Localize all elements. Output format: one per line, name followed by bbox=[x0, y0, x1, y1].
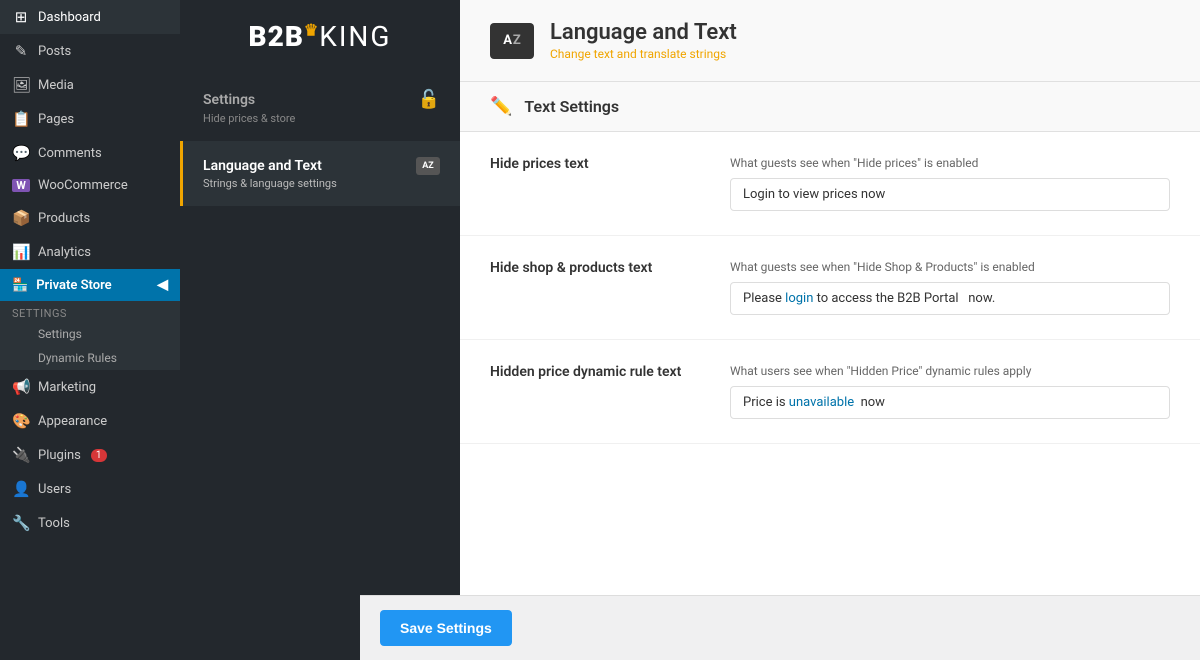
sidebar-item-dashboard[interactable]: ⊞ Dashboard bbox=[0, 0, 180, 34]
plugin-nav-settings[interactable]: Settings 🔓 Hide prices & store bbox=[180, 73, 460, 141]
appearance-icon: 🎨 bbox=[12, 412, 30, 430]
sidebar-item-analytics[interactable]: 📊 Analytics bbox=[0, 235, 180, 269]
collapse-icon: ◀ bbox=[157, 277, 168, 293]
hide-prices-label: Hide prices text bbox=[490, 156, 710, 211]
hide-shop-content: What guests see when "Hide Shop & Produc… bbox=[730, 260, 1170, 315]
hidden-price-label: Hidden price dynamic rule text bbox=[490, 364, 710, 419]
submenu-dynamic-rules[interactable]: Dynamic Rules bbox=[0, 346, 180, 370]
section-header: ✏️ Text Settings bbox=[460, 82, 1200, 132]
sidebar-item-users[interactable]: 👤 Users bbox=[0, 472, 180, 506]
tools-icon: 🔧 bbox=[12, 514, 30, 532]
header-icon-text: A bbox=[503, 33, 512, 48]
media-icon: 🖼 bbox=[12, 76, 30, 94]
main-area: B2B♛KING Settings 🔓 Hide prices & store … bbox=[180, 0, 1200, 660]
header-text: Language and Text Change text and transl… bbox=[550, 20, 737, 61]
hide-shop-row: Hide shop & products text What guests se… bbox=[460, 236, 1200, 340]
login-highlight: login bbox=[785, 291, 813, 306]
hidden-price-row: Hidden price dynamic rule text What user… bbox=[460, 340, 1200, 444]
sidebar-item-woocommerce[interactable]: W WooCommerce bbox=[0, 170, 180, 201]
plugins-badge: 1 bbox=[91, 449, 107, 462]
edit-icon: ✏️ bbox=[490, 96, 512, 117]
hide-shop-label: Hide shop & products text bbox=[490, 260, 710, 315]
submenu-settings[interactable]: Settings bbox=[0, 322, 180, 346]
hide-shop-input-display: Please login to access the B2B Portal no… bbox=[730, 282, 1170, 315]
sidebar-item-products[interactable]: 📦 Products bbox=[0, 201, 180, 235]
hide-prices-content: What guests see when "Hide prices" is en… bbox=[730, 156, 1170, 211]
content-panel: A Z Language and Text Change text and tr… bbox=[460, 0, 1200, 660]
sidebar-item-private-store[interactable]: 🏪 Private Store ◀ bbox=[0, 269, 180, 301]
analytics-icon: 📊 bbox=[12, 243, 30, 261]
hide-prices-input-display: Login to view prices now bbox=[730, 178, 1170, 211]
comments-icon: 💬 bbox=[12, 144, 30, 162]
private-store-icon: 🏪 bbox=[12, 278, 28, 293]
hidden-price-content: What users see when "Hidden Price" dynam… bbox=[730, 364, 1170, 419]
sidebar-item-appearance[interactable]: 🎨 Appearance bbox=[0, 404, 180, 438]
footer: Save Settings bbox=[360, 595, 1200, 660]
header-icon: A Z bbox=[490, 23, 534, 59]
wp-admin-sidebar: ⊞ Dashboard ✎ Posts 🖼 Media 📋 Pages 💬 Co… bbox=[0, 0, 180, 660]
products-icon: 📦 bbox=[12, 209, 30, 227]
sidebar-item-pages[interactable]: 📋 Pages bbox=[0, 102, 180, 136]
pages-icon: 📋 bbox=[12, 110, 30, 128]
plugin-sidebar: B2B♛KING Settings 🔓 Hide prices & store … bbox=[180, 0, 460, 660]
sidebar-item-marketing[interactable]: 📢 Marketing bbox=[0, 370, 180, 404]
users-icon: 👤 bbox=[12, 480, 30, 498]
marketing-icon: 📢 bbox=[12, 378, 30, 396]
lock-icon: 🔓 bbox=[418, 89, 440, 110]
save-settings-button[interactable]: Save Settings bbox=[380, 610, 512, 646]
sidebar-item-posts[interactable]: ✎ Posts bbox=[0, 34, 180, 68]
language-badge: AZ bbox=[416, 157, 440, 175]
posts-icon: ✎ bbox=[12, 42, 30, 60]
plugins-icon: 🔌 bbox=[12, 446, 30, 464]
sidebar-item-media[interactable]: 🖼 Media bbox=[0, 68, 180, 102]
plugin-nav-language[interactable]: Language and Text AZ Strings & language … bbox=[180, 141, 460, 206]
unavailable-highlight: unavailable bbox=[789, 395, 854, 410]
settings-section-label: Settings bbox=[0, 301, 180, 322]
sidebar-item-comments[interactable]: 💬 Comments bbox=[0, 136, 180, 170]
sidebar-item-tools[interactable]: 🔧 Tools bbox=[0, 506, 180, 540]
woocommerce-icon: W bbox=[12, 179, 30, 192]
dashboard-icon: ⊞ bbox=[12, 8, 30, 26]
plugin-logo: B2B♛KING bbox=[180, 0, 460, 73]
panel-header: A Z Language and Text Change text and tr… bbox=[460, 0, 1200, 82]
header-icon-text2: Z bbox=[513, 33, 521, 48]
logo-text: B2B♛KING bbox=[200, 20, 440, 53]
hidden-price-input-display: Price is unavailable now bbox=[730, 386, 1170, 419]
hide-prices-row: Hide prices text What guests see when "H… bbox=[460, 132, 1200, 236]
sidebar-item-plugins[interactable]: 🔌 Plugins 1 bbox=[0, 438, 180, 472]
